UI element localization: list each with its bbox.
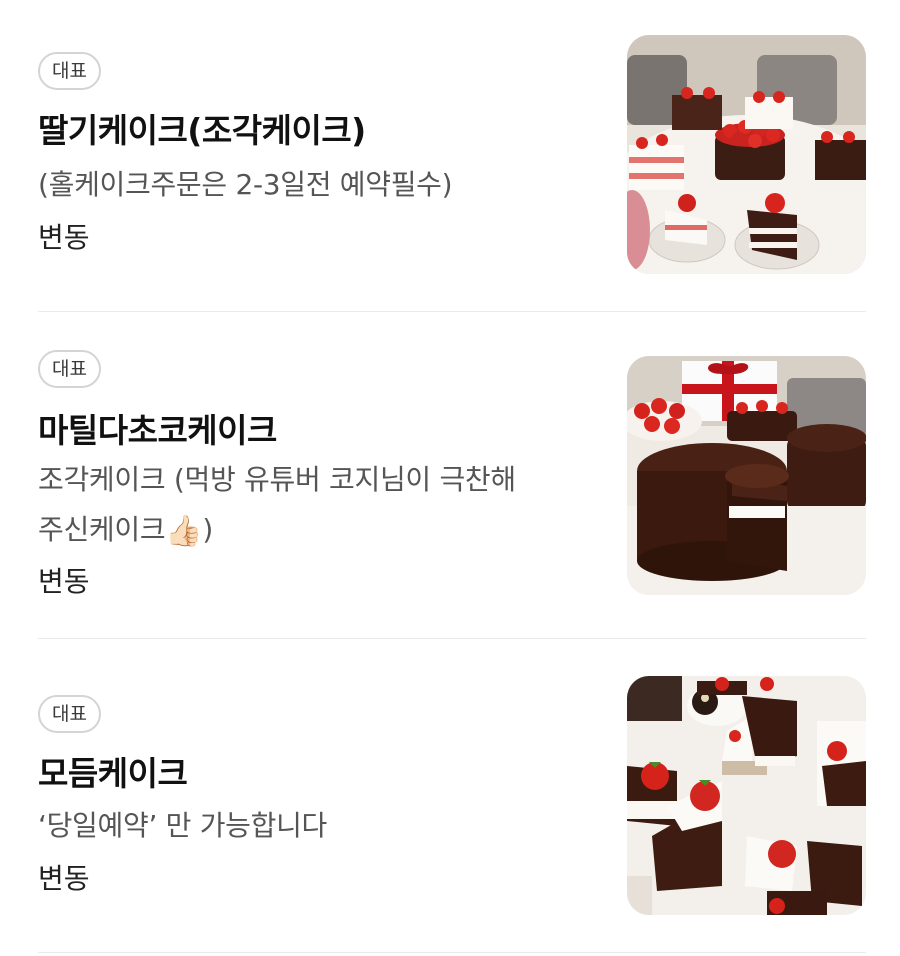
assorted-cake-photo[interactable] — [627, 676, 866, 915]
strawberry-cake-photo[interactable] — [627, 35, 866, 274]
menu-item-price: 변동 — [38, 221, 90, 254]
menu-item-title: 딸기케이크(조각케이크) — [38, 111, 366, 150]
menu-item-price: 변동 — [38, 862, 90, 895]
menu-item-matilda-chocolate-cake[interactable]: 대표 마틸다초코케이크 조각케이크 (먹방 유튜버 코지님이 극찬해 주신케이크… — [38, 312, 866, 639]
menu-item-description: ‘당일예약’ 만 가능합니다 — [38, 809, 328, 842]
signature-badge: 대표 — [38, 350, 101, 388]
item-divider — [38, 952, 866, 953]
menu-item-description: 조각케이크 (먹방 유튜버 코지님이 극찬해 주신케이크👍🏻) — [38, 455, 598, 555]
description-line-2: 주신케이크👍🏻) — [38, 505, 598, 555]
description-line-2-text: 주신케이크 — [38, 513, 166, 546]
signature-badge: 대표 — [38, 52, 101, 90]
menu-item-title: 마틸다초코케이크 — [38, 411, 277, 450]
menu-item-title: 모듬케이크 — [38, 754, 188, 793]
description-line-1: 조각케이크 (먹방 유튜버 코지님이 극찬해 — [38, 463, 516, 496]
menu-list: 대표 딸기케이크(조각케이크) (홀케이크주문은 2-3일전 예약필수) 변동 — [0, 0, 900, 956]
menu-item-strawberry-cake[interactable]: 대표 딸기케이크(조각케이크) (홀케이크주문은 2-3일전 예약필수) 변동 — [38, 0, 866, 312]
menu-item-assorted-cake[interactable]: 대표 모듬케이크 ‘당일예약’ 만 가능합니다 변동 — [38, 639, 866, 956]
chocolate-cake-photo[interactable] — [627, 356, 866, 595]
menu-item-price: 변동 — [38, 565, 90, 598]
menu-item-description: (홀케이크주문은 2-3일전 예약필수) — [38, 168, 453, 201]
description-closing-paren: ) — [202, 513, 213, 546]
signature-badge: 대표 — [38, 695, 101, 733]
thumbs-up-icon: 👍🏻 — [165, 514, 203, 549]
